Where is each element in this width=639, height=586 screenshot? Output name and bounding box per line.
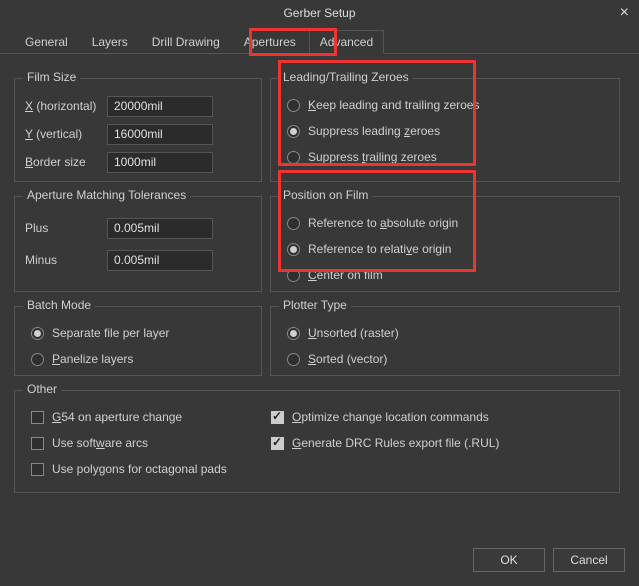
group-zeroes: Leading/Trailing Zeroes Keep leading and… — [270, 78, 620, 182]
input-border-size[interactable] — [107, 152, 213, 173]
label-y: Y (vertical) — [25, 127, 107, 141]
input-minus-tol[interactable] — [107, 250, 213, 271]
radio-sorted[interactable]: Sorted (vector) — [281, 346, 609, 372]
group-title-batch: Batch Mode — [23, 298, 95, 312]
check-generate-drc[interactable]: Generate DRC Rules export file (.RUL) — [265, 430, 609, 456]
group-title-plotter: Plotter Type — [279, 298, 351, 312]
radio-unsorted[interactable]: Unsorted (raster) — [281, 320, 609, 346]
check-label: G54 on aperture change — [52, 410, 182, 424]
radio-label: Unsorted (raster) — [308, 326, 399, 340]
radio-center-film[interactable]: Center on film — [281, 262, 609, 288]
group-film-size: Film Size X (horizontal) Y (vertical) Bo… — [14, 78, 262, 182]
checkbox-icon — [271, 411, 284, 424]
radio-icon — [287, 217, 300, 230]
check-label: Use software arcs — [52, 436, 148, 450]
check-label: Use polygons for octagonal pads — [52, 462, 227, 476]
check-optimize-commands[interactable]: Optimize change location commands — [265, 404, 609, 430]
checkbox-icon — [31, 463, 44, 476]
cancel-button[interactable]: Cancel — [553, 548, 625, 572]
close-icon[interactable]: × — [620, 0, 629, 26]
input-y-vertical[interactable] — [107, 124, 213, 145]
radio-icon — [287, 99, 300, 112]
radio-label: Reference to absolute origin — [308, 216, 458, 230]
radio-label: Keep leading and trailing zeroes — [308, 98, 479, 112]
group-plotter-type: Plotter Type Unsorted (raster) Sorted (v… — [270, 306, 620, 376]
checkbox-icon — [271, 437, 284, 450]
tab-drill-drawing[interactable]: Drill Drawing — [141, 30, 231, 53]
radio-icon — [287, 125, 300, 138]
radio-keep-zeroes[interactable]: Keep leading and trailing zeroes — [281, 92, 609, 118]
group-title-film: Film Size — [23, 70, 80, 84]
radio-label: Center on film — [308, 268, 383, 282]
check-label: Generate DRC Rules export file (.RUL) — [292, 436, 499, 450]
tab-layers[interactable]: Layers — [81, 30, 139, 53]
tab-advanced[interactable]: Advanced — [309, 30, 384, 54]
input-x-horizontal[interactable] — [107, 96, 213, 117]
tab-general[interactable]: General — [14, 30, 79, 53]
check-software-arcs[interactable]: Use software arcs — [25, 430, 265, 456]
titlebar: Gerber Setup × — [0, 0, 639, 26]
radio-label: Suppress leading zeroes — [308, 124, 440, 138]
radio-absolute-origin[interactable]: Reference to absolute origin — [281, 210, 609, 236]
radio-label: Sorted (vector) — [308, 352, 387, 366]
tab-content: Film Size X (horizontal) Y (vertical) Bo… — [0, 54, 639, 503]
radio-separate-file[interactable]: Separate file per layer — [25, 320, 251, 346]
group-title-other: Other — [23, 382, 61, 396]
radio-icon — [287, 269, 300, 282]
radio-suppress-leading[interactable]: Suppress leading zeroes — [281, 118, 609, 144]
radio-label: Separate file per layer — [52, 326, 169, 340]
label-minus: Minus — [25, 253, 107, 267]
group-position: Position on Film Reference to absolute o… — [270, 196, 620, 292]
label-x: X (horizontal) — [25, 99, 107, 113]
group-batch-mode: Batch Mode Separate file per layer Panel… — [14, 306, 262, 376]
check-g54[interactable]: G54 on aperture change — [25, 404, 265, 430]
input-plus-tol[interactable] — [107, 218, 213, 239]
group-title-aperture: Aperture Matching Tolerances — [23, 188, 190, 202]
dialog-buttons: OK Cancel — [473, 548, 625, 572]
radio-label: Panelize layers — [52, 352, 133, 366]
ok-button[interactable]: OK — [473, 548, 545, 572]
radio-icon — [287, 151, 300, 164]
radio-icon — [31, 327, 44, 340]
radio-icon — [31, 353, 44, 366]
group-other: Other G54 on aperture change Use softwar… — [14, 390, 620, 493]
gerber-setup-dialog: Gerber Setup × General Layers Drill Draw… — [0, 0, 639, 586]
radio-label: Suppress trailing zeroes — [308, 150, 437, 164]
check-label: Optimize change location commands — [292, 410, 489, 424]
radio-icon — [287, 353, 300, 366]
group-aperture-tol: Aperture Matching Tolerances Plus Minus — [14, 196, 262, 292]
group-title-zeroes: Leading/Trailing Zeroes — [279, 70, 413, 84]
checkbox-icon — [31, 411, 44, 424]
label-plus: Plus — [25, 221, 107, 235]
radio-icon — [287, 327, 300, 340]
dialog-title: Gerber Setup — [283, 6, 355, 20]
radio-panelize[interactable]: Panelize layers — [25, 346, 251, 372]
group-title-position: Position on Film — [279, 188, 372, 202]
radio-label: Reference to relative origin — [308, 242, 451, 256]
label-border: Border size — [25, 155, 107, 169]
radio-suppress-trailing[interactable]: Suppress trailing zeroes — [281, 144, 609, 170]
tab-strip: General Layers Drill Drawing Apertures A… — [0, 26, 639, 54]
radio-relative-origin[interactable]: Reference to relative origin — [281, 236, 609, 262]
tab-apertures[interactable]: Apertures — [233, 30, 307, 53]
radio-icon — [287, 243, 300, 256]
checkbox-icon — [31, 437, 44, 450]
check-polygons-octagonal[interactable]: Use polygons for octagonal pads — [25, 456, 265, 482]
